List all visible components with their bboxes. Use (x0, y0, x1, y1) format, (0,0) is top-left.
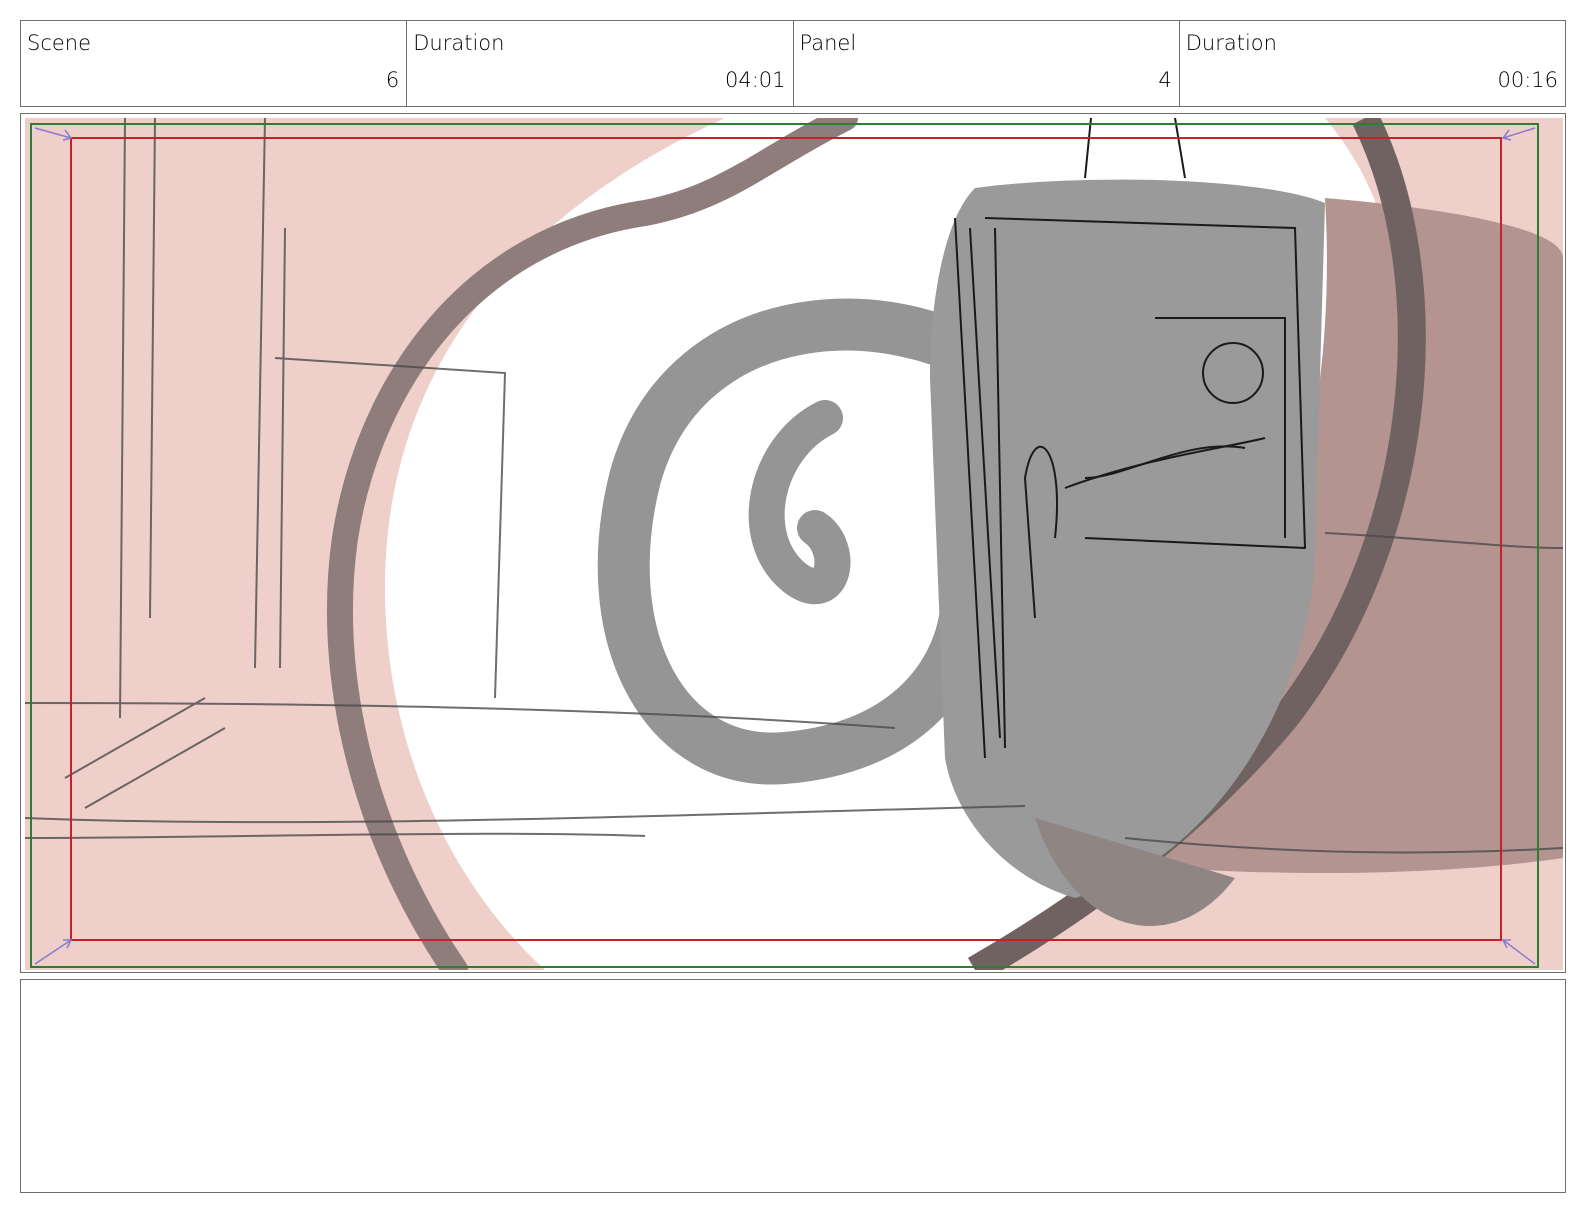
panel-cell: Panel 4 (794, 21, 1180, 106)
panel-notes-area (20, 979, 1566, 1193)
scene-duration-cell: Duration 04:01 (407, 21, 794, 106)
scene-cell: Scene 6 (21, 21, 408, 106)
panel-value: 4 (1158, 68, 1172, 92)
scene-value: 6 (385, 68, 400, 92)
panel-duration-cell: Duration 00:16 (1180, 21, 1565, 106)
panel-sketch (25, 118, 1563, 970)
panel-duration-label: Duration (1185, 31, 1277, 55)
storyboard-header: Scene 6 Duration 04:01 Panel 4 Duration … (20, 20, 1566, 107)
scene-duration-label: Duration (413, 31, 505, 55)
panel-label: Panel (799, 31, 857, 55)
scene-duration-value: 04:01 (724, 68, 786, 92)
scene-label: Scene (27, 31, 92, 55)
panel-duration-value: 00:16 (1497, 68, 1558, 92)
storyboard-panel (20, 113, 1566, 973)
